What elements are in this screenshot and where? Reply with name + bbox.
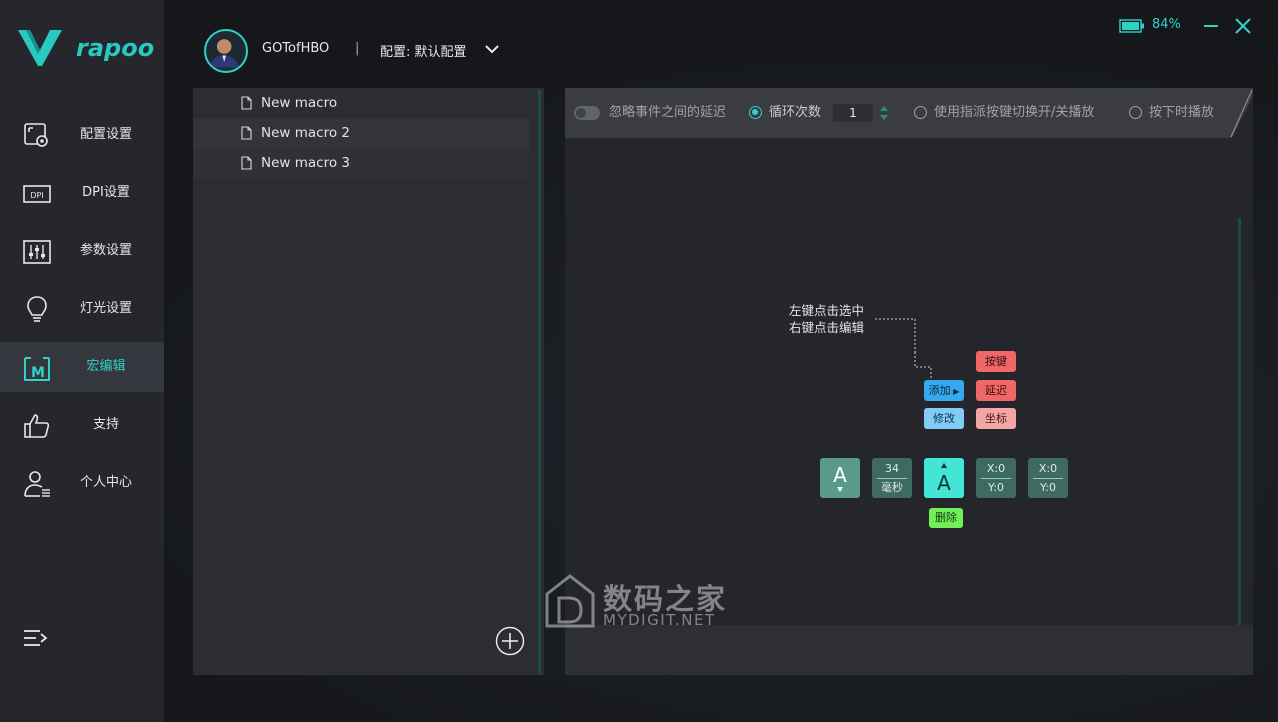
ignore-delay-label: 忽略事件之间的延迟: [609, 105, 727, 120]
spinner-arrows-icon[interactable]: [878, 103, 890, 123]
hint-right-click: 右键点击编辑: [789, 320, 865, 335]
avatar-image: [209, 38, 239, 68]
avatar[interactable]: [204, 29, 248, 73]
profile-selector-label[interactable]: 配置: 默认配置: [380, 41, 467, 60]
username: GOTofHBO: [262, 41, 330, 56]
minimize-icon[interactable]: [1203, 17, 1219, 35]
toggle-by-key-radio[interactable]: [914, 106, 927, 119]
sidebar: rapoo 配置设置 DPI DPI设置 参数设置 灯光设置 M 宏编辑 支持 …: [0, 0, 164, 722]
document-icon: [241, 126, 252, 140]
lightbulb-icon: [27, 296, 47, 322]
play-while-held-label: 按下时播放: [1149, 105, 1215, 120]
loop-count-input[interactable]: 1: [833, 104, 873, 122]
editor-bottom-bar: [565, 625, 1253, 675]
sidebar-nav: 配置设置 DPI DPI设置 参数设置 灯光设置 M 宏编辑 支持 个人中心: [0, 110, 164, 516]
macro-name: New macro 2: [261, 125, 350, 141]
key-label: A: [833, 463, 847, 487]
chevron-down-icon[interactable]: [484, 41, 500, 57]
key-up-arrow-icon: [941, 463, 947, 468]
macro-coordinate-block[interactable]: X:0 Y:0: [1028, 458, 1068, 498]
user-icon: [24, 471, 50, 497]
logo-wordmark: rapoo: [76, 34, 155, 62]
header-separator: |: [355, 41, 360, 56]
dpi-icon: DPI: [23, 185, 51, 203]
battery-icon: [1119, 19, 1144, 33]
toolbar-edge-decoration: [1230, 89, 1253, 138]
svg-text:M: M: [31, 365, 45, 381]
battery-percentage: 84%: [1152, 17, 1181, 32]
document-icon: [241, 156, 252, 170]
delay-unit: 毫秒: [881, 481, 903, 494]
delay-value: 34: [885, 462, 899, 475]
loop-count-label: 循环次数: [769, 105, 822, 120]
sidebar-item-personal-center[interactable]: 个人中心: [0, 458, 164, 508]
sidebar-item-label: DPI设置: [82, 185, 130, 200]
add-macro-icon[interactable]: [495, 626, 525, 656]
delete-button[interactable]: 删除: [929, 508, 963, 528]
ignore-delay-toggle[interactable]: [574, 106, 600, 120]
macro-list-scrollbar[interactable]: [538, 90, 541, 675]
sidebar-item-dpi[interactable]: DPI DPI设置: [0, 168, 164, 218]
watermark-logo-icon: [545, 574, 595, 628]
macro-list-item[interactable]: New macro: [193, 88, 529, 118]
loop-count-radio[interactable]: [749, 106, 762, 119]
modify-button[interactable]: 修改: [924, 408, 964, 429]
sliders-icon: [23, 240, 51, 264]
hint-left-click: 左键点击选中: [789, 303, 865, 318]
close-icon[interactable]: [1234, 17, 1252, 35]
add-delay-button[interactable]: 延迟: [976, 380, 1016, 401]
sidebar-item-profile-settings[interactable]: 配置设置: [0, 110, 164, 160]
macro-delay-block[interactable]: 34 毫秒: [872, 458, 912, 498]
macro-name: New macro 3: [261, 155, 350, 171]
coord-x: X:0: [986, 462, 1006, 475]
profile-settings-icon: [24, 123, 48, 147]
add-coordinate-button[interactable]: 坐标: [976, 408, 1016, 429]
coord-y: Y:0: [1040, 481, 1056, 494]
toggle-by-key-label: 使用指派按键切换开/关播放: [934, 105, 1095, 120]
macro-list: New macro New macro 2 New macro 3: [193, 88, 529, 178]
mydigit-watermark: 数码之家 MYDIGIT.NET: [543, 574, 743, 630]
macro-list-item[interactable]: New macro 3: [193, 148, 529, 178]
sidebar-item-label: 参数设置: [79, 243, 132, 258]
svg-text:DPI: DPI: [30, 191, 43, 200]
sidebar-item-macro-editor[interactable]: M 宏编辑: [0, 342, 164, 392]
macro-list-item[interactable]: New macro 2: [193, 118, 529, 148]
document-icon: [241, 96, 252, 110]
v-logo-icon: [18, 30, 62, 66]
sidebar-item-label: 宏编辑: [86, 359, 126, 374]
add-key-button[interactable]: 按键: [976, 351, 1016, 372]
macro-coordinate-block[interactable]: X:0 Y:0: [976, 458, 1016, 498]
sidebar-item-label: 灯光设置: [79, 301, 132, 316]
macro-list-panel: New macro New macro 2 New macro 3: [193, 88, 544, 675]
coord-y: Y:0: [988, 481, 1004, 494]
sidebar-item-support[interactable]: 支持: [0, 400, 164, 450]
macro-icon: M: [24, 357, 50, 381]
sidebar-item-lighting[interactable]: 灯光设置: [0, 284, 164, 334]
playback-toolbar: 忽略事件之间的延迟 循环次数 1 使用指派按键切换开/关播放 按下时播放: [565, 88, 1253, 138]
sidebar-item-label: 个人中心: [79, 475, 132, 490]
block-divider: [877, 478, 907, 479]
sidebar-item-label: 配置设置: [79, 127, 132, 142]
block-divider: [1033, 478, 1063, 479]
play-while-held-radio[interactable]: [1129, 106, 1142, 119]
add-label: 添加: [928, 384, 951, 397]
macro-key-up-block[interactable]: A: [924, 458, 964, 498]
macro-canvas[interactable]: 左键点击选中 右键点击编辑 添加 ▶ 修改 按键 延迟 坐标 A 34 毫秒 A…: [565, 138, 1253, 662]
block-divider: [981, 478, 1011, 479]
key-label: A: [937, 471, 951, 495]
app-window: rapoo 配置设置 DPI DPI设置 参数设置 灯光设置 M 宏编辑 支持 …: [0, 0, 1278, 722]
key-down-arrow-icon: [837, 487, 843, 492]
thumbs-up-icon: [24, 414, 50, 438]
coord-x: X:0: [1038, 462, 1058, 475]
macro-key-down-block[interactable]: A: [820, 458, 860, 498]
watermark-text-en: MYDIGIT.NET: [603, 611, 716, 629]
add-button[interactable]: 添加 ▶: [924, 380, 964, 401]
rapoo-logo: rapoo: [18, 28, 154, 68]
macro-name: New macro: [261, 95, 338, 111]
sidebar-item-label: 支持: [92, 417, 119, 432]
sidebar-item-parameters[interactable]: 参数设置: [0, 226, 164, 276]
canvas-scrollbar[interactable]: [1238, 218, 1241, 662]
menu-expand-icon[interactable]: [22, 626, 50, 652]
